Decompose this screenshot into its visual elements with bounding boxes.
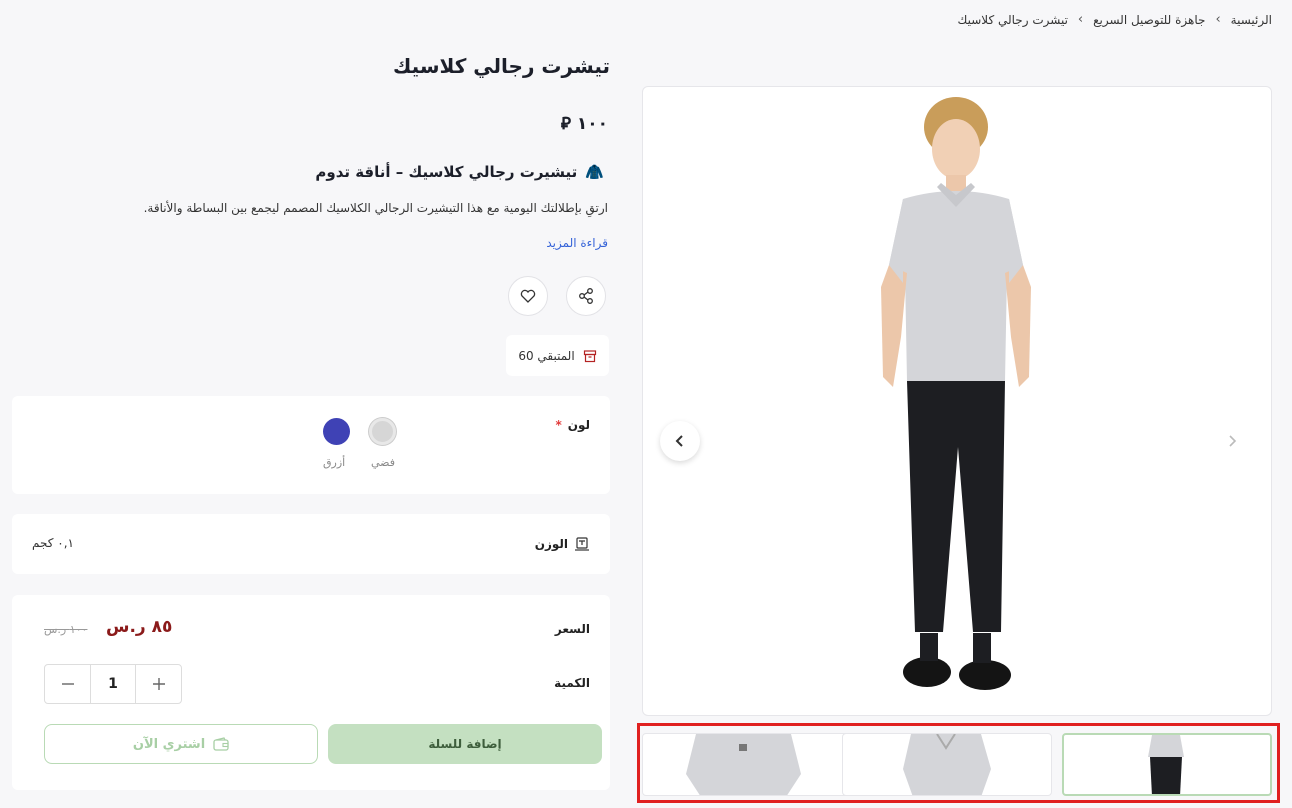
jacket-icon: 🧥 [585,163,604,181]
current-price: ٨٥ ر.س [106,617,173,637]
minus-icon [61,683,74,685]
weight-value: ٠,١ كجم [32,536,74,550]
weight-card: الوزن ٠,١ كجم [12,514,610,574]
product-heading: 🧥 تيشيرت رجالي كلاسيك – أناقة تدوم [315,163,604,181]
scale-icon [575,537,589,551]
buy-now-button[interactable]: اشتري الآن [44,724,318,764]
add-to-cart-button[interactable]: إضافة للسلة [328,724,602,764]
stock-badge: المتبقي 60 [506,335,609,376]
weight-label: الوزن [535,536,590,552]
chevron-left-icon: › [1077,12,1084,27]
breadcrumb-home[interactable]: الرئيسية [1231,13,1272,27]
main-product-image[interactable] [642,86,1272,716]
price-label: السعر [554,622,590,636]
product-description: ارتقِ بإطلالتك اليومية مع هذا التيشيرت ا… [143,201,608,215]
stock-text: المتبقي 60 [518,348,575,363]
thumbnail-image [903,734,991,795]
buy-now-label: اشتري الآن [132,736,206,752]
wishlist-button[interactable] [508,276,548,316]
swatch-blue[interactable] [323,418,350,445]
breadcrumb-current: تيشرت رجالي كلاسيك [957,12,1068,27]
thumbnail-1[interactable] [642,733,852,796]
purchase-card: السعر ٨٥ ر.س ١٠٠ ر.س الكمية 1 إضافة للسل… [12,595,610,790]
color-label: لون * [555,418,590,432]
thumbnail-2[interactable] [842,733,1052,796]
chevron-left-icon: › [1215,12,1221,27]
required-mark: * [555,418,562,432]
box-icon [583,349,596,362]
swatch-blue-label: أزرق [323,456,346,469]
thumbnail-3[interactable] [1062,733,1272,796]
gallery-prev-button[interactable] [660,421,700,461]
quantity-label: الكمية [554,676,590,690]
thumbnail-strip [637,723,1280,803]
product-price: ١٠٠ ⃁ [560,114,608,134]
share-button[interactable] [566,276,606,316]
share-icon [579,288,593,304]
chevron-right-icon [1229,435,1237,447]
read-more-link[interactable]: قراءة المزيد [546,236,608,250]
thumbnail-image [686,734,801,795]
swatch-silver-label: فضي [371,456,395,469]
color-label-text: لون [567,418,590,432]
wallet-icon [213,737,229,751]
decrease-quantity-button[interactable] [45,665,90,703]
breadcrumb: الرئيسية › جاهزة للتوصيل السريع › تيشرت … [958,12,1273,27]
weight-label-text: الوزن [534,537,568,551]
thumbnail-image [1148,735,1184,794]
model-photo [881,97,1031,690]
quantity-stepper: 1 [44,664,182,704]
chevron-left-icon [675,435,683,447]
breadcrumb-category[interactable]: جاهزة للتوصيل السريع [1093,13,1205,27]
heart-icon [520,289,536,303]
quantity-value[interactable]: 1 [90,665,136,703]
product-heading-text: تيشيرت رجالي كلاسيك – أناقة تدوم [315,163,578,181]
plus-icon [152,678,165,690]
color-card: لون * فضي أزرق [12,396,610,494]
original-price: ١٠٠ ر.س [44,623,88,636]
product-title: تيشرت رجالي كلاسيك [393,54,610,78]
gallery-next-button[interactable] [1212,421,1252,461]
swatch-silver[interactable] [369,418,396,445]
increase-quantity-button[interactable] [136,665,181,703]
product-page: الرئيسية › جاهزة للتوصيل السريع › تيشرت … [0,0,1292,808]
